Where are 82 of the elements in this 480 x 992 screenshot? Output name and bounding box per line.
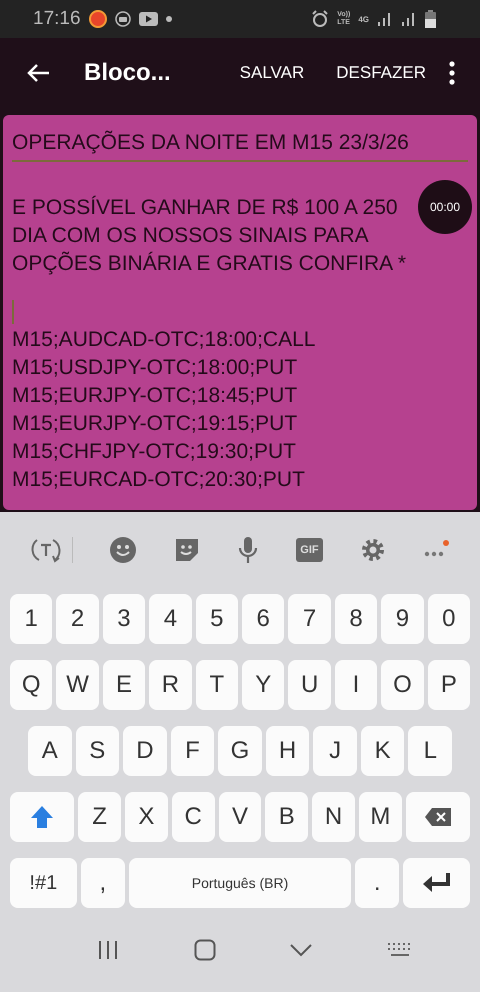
note-text: OPÇÕES BINÁRIA E GRATIS CONFIRA * [12, 250, 406, 277]
signal-icon [377, 11, 393, 27]
keyboard-key[interactable]: 7 [288, 594, 331, 644]
keyboard-key[interactable]: , [80, 858, 125, 908]
space-key[interactable]: Português (BR) [129, 858, 351, 908]
alarm-icon [311, 10, 330, 28]
enter-key[interactable] [403, 858, 470, 908]
keyboard-key[interactable]: U [288, 660, 331, 710]
keyboard-key[interactable]: 1 [10, 594, 52, 644]
signal-line: M15;AUDCAD-OTC;18:00;CALL [12, 327, 316, 353]
keyboard-key[interactable]: 9 [381, 594, 424, 644]
home-icon[interactable] [194, 939, 216, 961]
backspace-key[interactable] [406, 792, 470, 842]
shift-key[interactable] [10, 792, 74, 842]
keyboard-key[interactable]: E [102, 660, 146, 710]
note-card[interactable] [3, 115, 477, 510]
keyboard-key[interactable]: N [312, 792, 355, 842]
signal-line: M15;EURJPY-OTC;18:45;PUT [12, 383, 298, 409]
keyboard-icon[interactable] [386, 942, 413, 958]
note-text: DIA COM OS NOSSOS SINAIS PARA [12, 223, 369, 249]
chevron-down-icon[interactable] [290, 943, 312, 957]
download-icon [114, 11, 131, 27]
backspace-icon [424, 807, 452, 827]
signal-icon [401, 11, 417, 27]
note-title: Bloco... [84, 59, 172, 87]
signal-line: M15;EURJPY-OTC;19:15;PUT [12, 411, 298, 437]
network-label: 4G [358, 14, 369, 24]
emoji-icon[interactable] [110, 537, 136, 563]
keyboard-key[interactable]: M [358, 792, 402, 842]
gif-button[interactable]: GIF [296, 538, 323, 562]
battery-icon [425, 10, 436, 28]
recorder-icon [88, 10, 107, 28]
microphone-icon[interactable] [236, 536, 259, 564]
keyboard-key[interactable]: F [170, 726, 214, 776]
keyboard-key[interactable]: I [334, 660, 378, 710]
keyboard-key[interactable]: P [428, 660, 470, 710]
dot-icon [166, 16, 172, 22]
keyboard-key[interactable]: A [28, 726, 72, 776]
keyboard-key[interactable]: L [408, 726, 452, 776]
keyboard-key[interactable]: G [218, 726, 262, 776]
keyboard-key[interactable]: D [123, 726, 167, 776]
toolbar-action[interactable]: SALVAR [240, 63, 304, 83]
keyboard-key[interactable]: 3 [102, 594, 146, 644]
keyboard-key[interactable]: 6 [242, 594, 284, 644]
keyboard-key[interactable]: 8 [334, 594, 378, 644]
text-cursor [12, 300, 14, 324]
keyboard-key[interactable]: B [265, 792, 308, 842]
keyboard-key[interactable]: 2 [56, 594, 99, 644]
signal-line: M15;USDJPY-OTC;18:00;PUT [12, 355, 298, 381]
back-icon[interactable] [26, 63, 50, 83]
keyboard-key[interactable]: T [196, 660, 238, 710]
settings-icon[interactable] [360, 537, 386, 563]
keyboard-key[interactable]: O [381, 660, 424, 710]
status-time: 17:16 [33, 8, 81, 30]
keyboard-key[interactable]: 4 [149, 594, 192, 644]
toolbar-action[interactable]: DESFAZER [336, 63, 426, 83]
keyboard-key[interactable]: J [313, 726, 357, 776]
signal-line: M15;EURCAD-OTC;20:30;PUT [12, 467, 305, 493]
keyboard-key[interactable]: S [76, 726, 120, 776]
more-icon[interactable] [448, 61, 456, 85]
keyboard-key[interactable]: Y [242, 660, 284, 710]
note-text: E POSSÍVEL GANHAR DE R$ 100 A 250 [12, 194, 398, 221]
keyboard-key[interactable]: H [266, 726, 310, 776]
keyboard-key[interactable]: X [125, 792, 168, 842]
keyboard-key[interactable]: W [56, 660, 99, 710]
note-heading: OPERAÇÕES DA NOITE EM M15 23/3/26 [12, 127, 468, 162]
keyboard-key[interactable]: . [355, 858, 400, 908]
recents-icon[interactable] [97, 940, 120, 960]
enter-icon [422, 872, 452, 894]
keyboard-key[interactable]: C [172, 792, 215, 842]
play-icon [138, 12, 158, 26]
keyboard-key[interactable]: K [360, 726, 404, 776]
keyboard-key[interactable]: Q [10, 660, 52, 710]
signal-line: M15;CHFJPY-OTC;19:30;PUT [12, 439, 296, 465]
symbols-key[interactable]: !#1 [10, 858, 77, 908]
keyboard-key[interactable]: 5 [196, 594, 238, 644]
keyboard-key[interactable]: R [149, 660, 192, 710]
shift-icon [30, 805, 54, 829]
keyboard-key[interactable]: 0 [428, 594, 470, 644]
keyboard-key[interactable]: Z [78, 792, 121, 842]
keyboard-key[interactable]: V [218, 792, 262, 842]
sticker-icon[interactable] [174, 537, 200, 563]
